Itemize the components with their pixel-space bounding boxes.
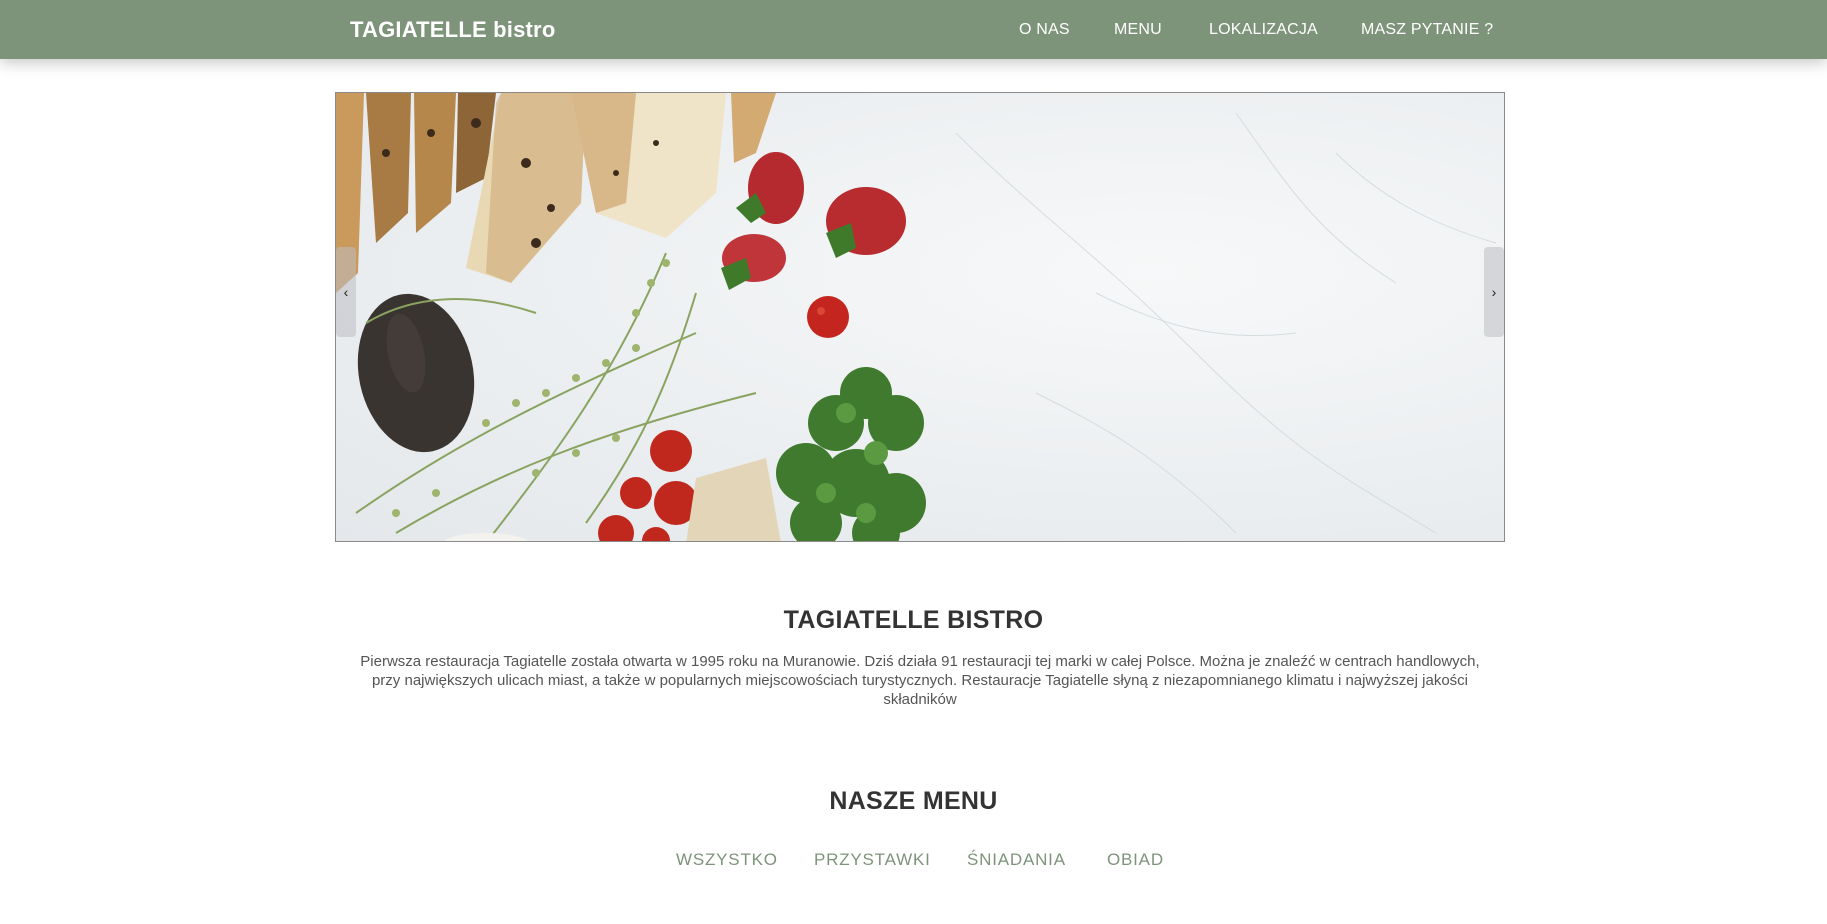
filter-sniadania[interactable]: ŚNIADANIA	[967, 850, 1066, 870]
nav-link-o-nas[interactable]: O NAS	[1019, 21, 1070, 39]
menu-filters: WSZYSTKO PRZYSTAWKI ŚNIADANIA OBIAD	[0, 850, 1827, 872]
nav-link-masz-pytanie[interactable]: MASZ PYTANIE ?	[1361, 21, 1493, 39]
hero-carousel: ‹ ›	[335, 92, 1505, 542]
carousel-next-button[interactable]: ›	[1484, 247, 1504, 337]
brand-logo[interactable]: TAGIATELLE bistro	[350, 17, 555, 43]
nav-link-lokalizacja[interactable]: LOKALIZACJA	[1209, 21, 1318, 39]
filter-przystawki[interactable]: PRZYSTAWKI	[814, 850, 931, 870]
menu-title: NASZE MENU	[829, 787, 998, 815]
top-navbar: TAGIATELLE bistro O NAS MENU LOKALIZACJA…	[0, 0, 1827, 59]
about-description: Pierwsza restauracja Tagiatelle została …	[360, 653, 1480, 708]
about-title: TAGIATELLE BISTRO	[783, 606, 1044, 634]
nav-link-menu[interactable]: MENU	[1114, 21, 1162, 39]
filter-wszystko[interactable]: WSZYSTKO	[676, 850, 778, 870]
filter-obiad[interactable]: OBIAD	[1107, 850, 1164, 870]
hero-image	[336, 93, 1497, 541]
carousel-prev-button[interactable]: ‹	[336, 247, 356, 337]
